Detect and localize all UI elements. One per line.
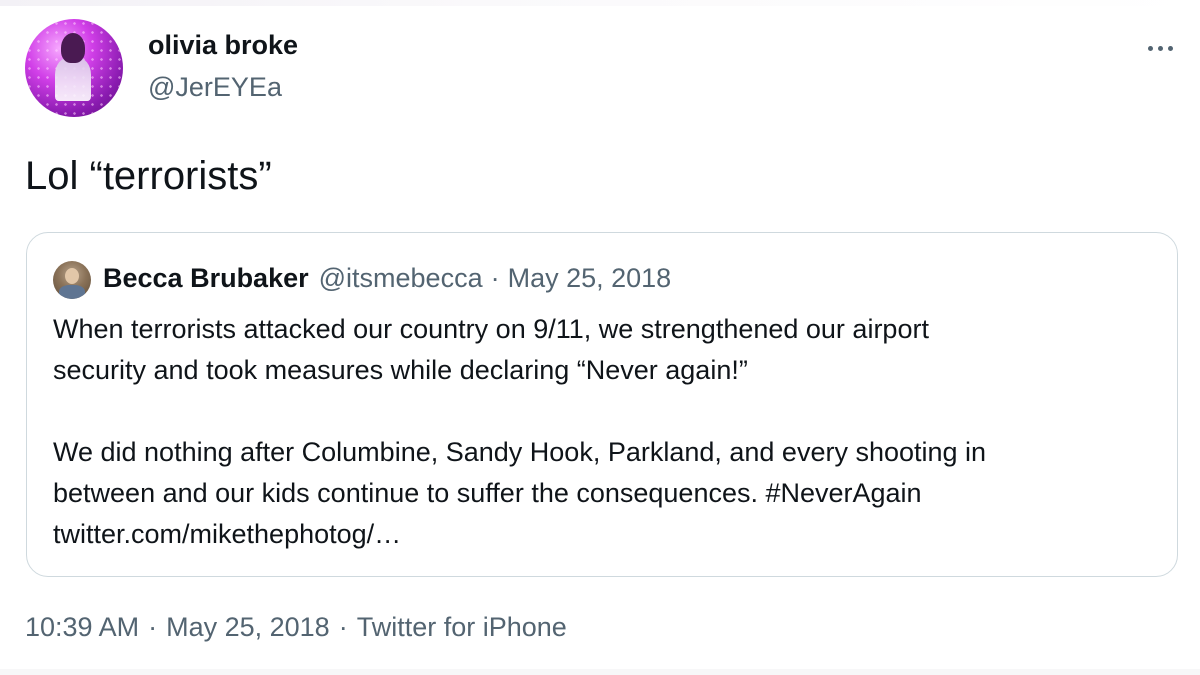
quoted-tweet-date[interactable]: May 25, 2018 — [508, 263, 672, 294]
tweet-metadata: 10:39 AM · May 25, 2018 · Twitter for iP… — [25, 612, 567, 643]
quoted-author-handle[interactable]: @itsmebecca — [319, 263, 483, 294]
avatar-figure-head — [61, 33, 85, 63]
quoted-text-line: security and took measures while declari… — [53, 355, 748, 385]
more-horizontal-icon — [1147, 45, 1153, 51]
quoted-text-line: between and our kids continue to suffer … — [53, 478, 922, 508]
footer-separator: · — [338, 612, 348, 642]
author-display-name[interactable]: olivia broke — [148, 30, 298, 61]
quoted-tweet[interactable]: Becca Brubaker @itsmebecca · May 25, 201… — [26, 232, 1178, 577]
author-handle[interactable]: @JerEYEa — [148, 72, 282, 103]
bottom-divider — [0, 669, 1200, 675]
more-horizontal-icon-dot — [1167, 45, 1173, 51]
tweet-date[interactable]: May 25, 2018 — [166, 612, 330, 643]
footer-separator: · — [148, 612, 158, 642]
top-divider — [0, 0, 1200, 6]
tweet-card: olivia broke @JerEYEa Lol “terrorists” B… — [0, 0, 1200, 675]
quoted-avatar-face — [65, 268, 79, 284]
quoted-text-line: We did nothing after Columbine, Sandy Ho… — [53, 437, 987, 467]
more-options-button[interactable] — [1140, 36, 1180, 60]
tweet-source-link[interactable]: Twitter for iPhone — [357, 612, 567, 643]
tweet-text: Lol “terrorists” — [25, 154, 272, 198]
avatar-figure-body — [55, 57, 91, 101]
quoted-avatar-shirt — [59, 285, 85, 299]
quoted-author-avatar[interactable] — [53, 261, 91, 299]
quoted-link[interactable]: twitter.com/mikethephotog/… — [53, 514, 1153, 555]
quoted-text-line: When terrorists attacked our country on … — [53, 314, 929, 344]
quoted-header-separator: · — [490, 263, 500, 293]
author-avatar[interactable] — [25, 19, 123, 117]
tweet-time[interactable]: 10:39 AM — [25, 612, 139, 643]
quoted-author-display-name[interactable]: Becca Brubaker — [103, 263, 309, 294]
quoted-tweet-header: Becca Brubaker @itsmebecca · May 25, 201… — [103, 263, 671, 294]
quoted-tweet-body: When terrorists attacked our country on … — [53, 309, 1153, 555]
more-horizontal-icon-dot — [1157, 45, 1163, 51]
